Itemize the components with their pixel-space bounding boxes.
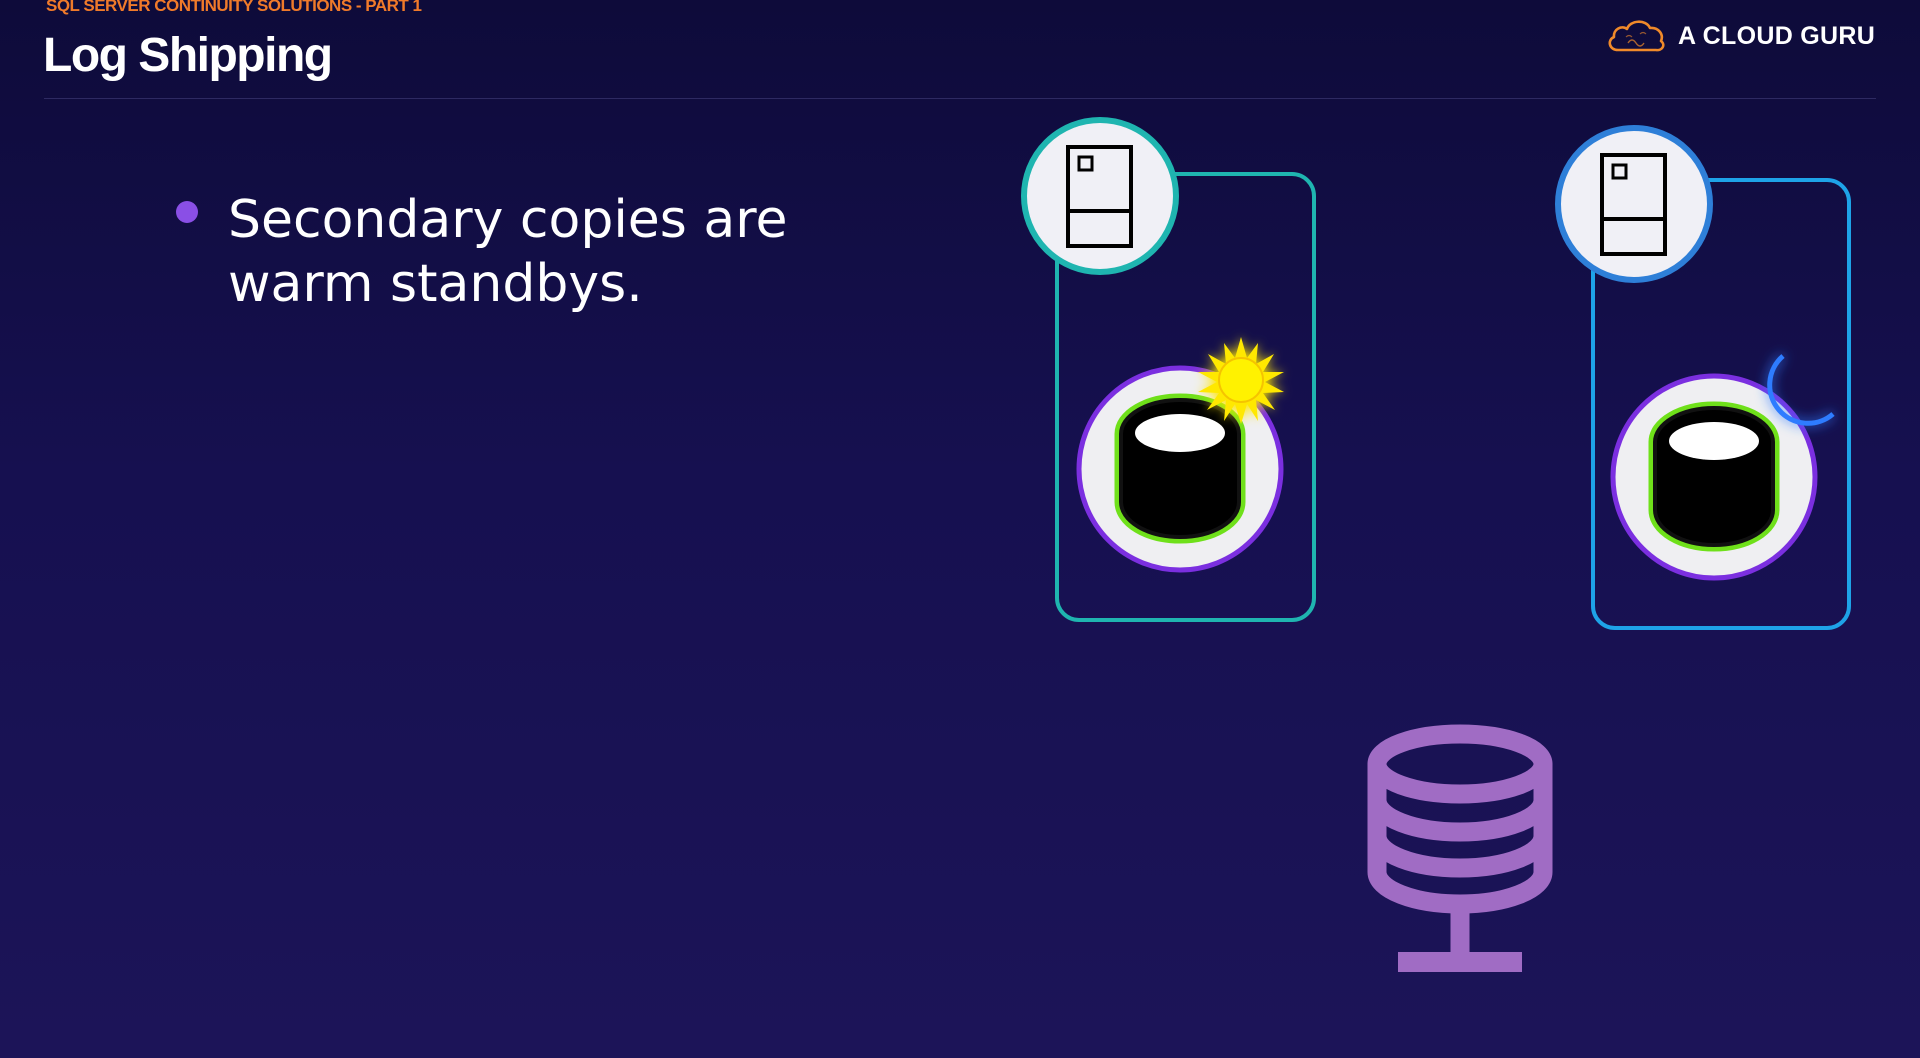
database-cylinder-icon	[1648, 401, 1780, 552]
moon-icon	[1767, 354, 1835, 426]
log-shipping-diagram	[1021, 117, 1851, 972]
server-one	[1021, 117, 1316, 622]
server-one-badge	[1021, 117, 1179, 275]
server-two-database	[1610, 373, 1818, 581]
database-stack-icon	[1367, 724, 1553, 972]
server-two	[1555, 125, 1851, 630]
database-cylinder-icon	[1114, 393, 1246, 544]
server-two-badge	[1555, 125, 1713, 283]
